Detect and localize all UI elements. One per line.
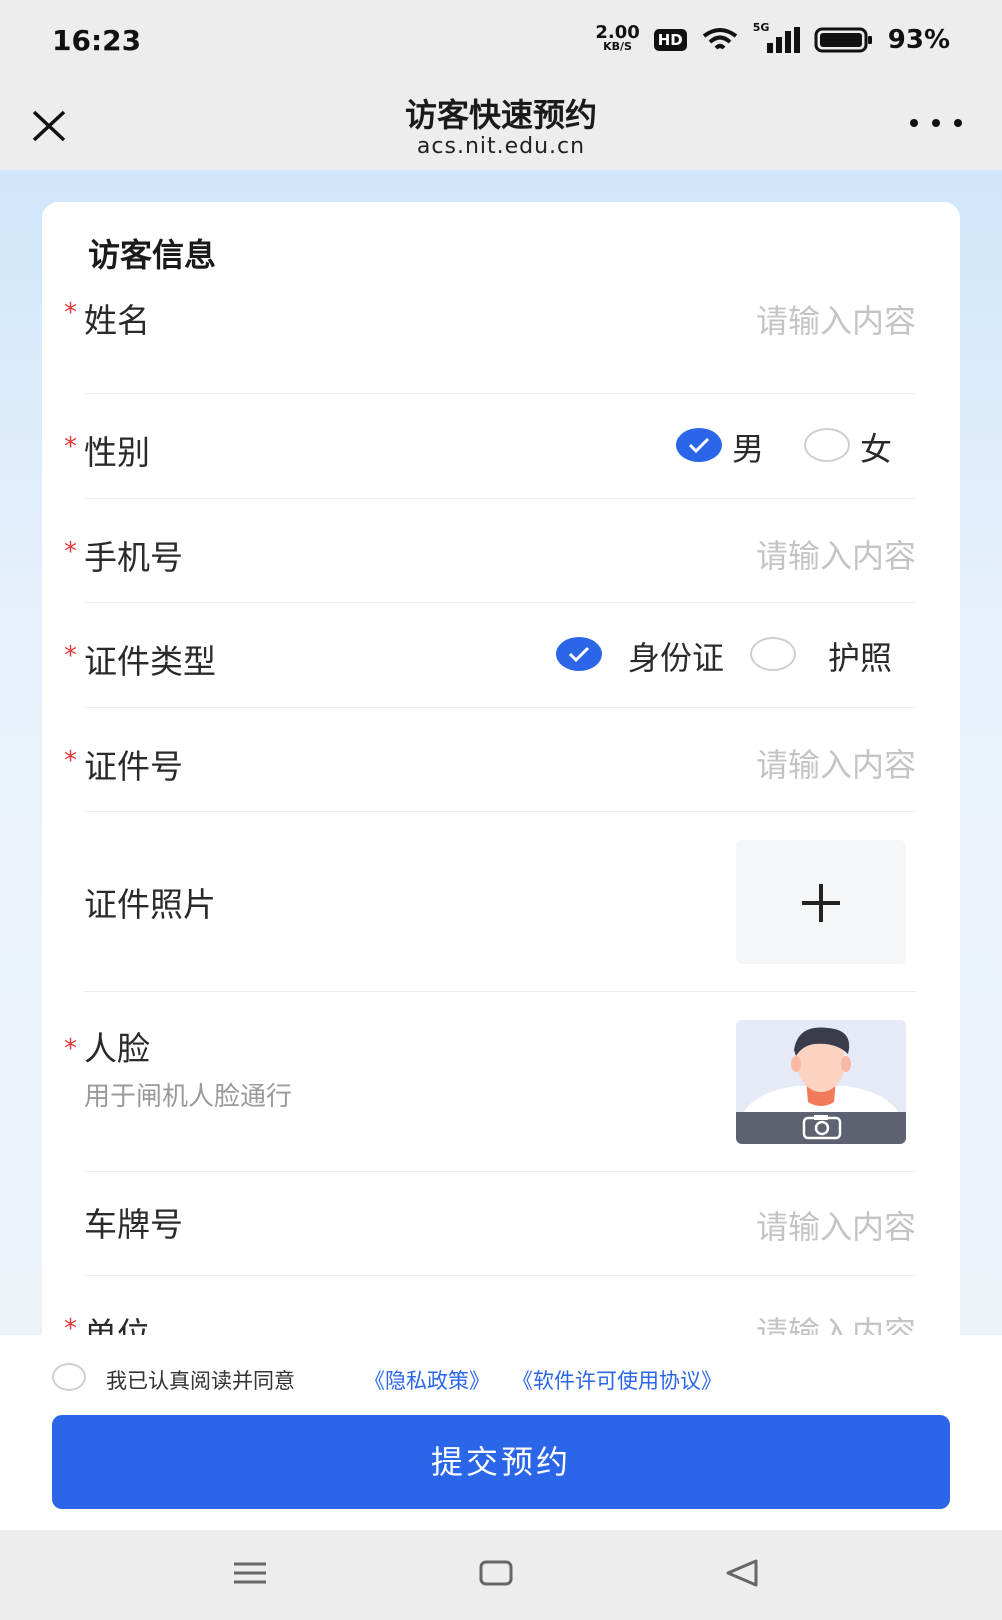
gender-label: 性别 (84, 433, 150, 472)
page-url: acs.nit.edu.cn (416, 134, 586, 159)
id-number-input[interactable]: 请输入内容 (756, 740, 916, 786)
id-number-label: 证件号 (84, 747, 183, 786)
network-type: 5G (752, 21, 770, 34)
id-type-idcard-radio[interactable] (556, 637, 602, 671)
gender-male-radio[interactable] (676, 428, 722, 462)
plate-row[interactable]: 车牌号 请输入内容 (84, 1172, 916, 1276)
back-icon[interactable] (724, 1558, 760, 1588)
status-bar: 16:23 2.00 KB/S HD 5G 93% (0, 0, 1002, 80)
gender-male-label[interactable]: 男 (732, 424, 764, 470)
required-mark: * (64, 432, 77, 462)
required-mark: * (64, 746, 77, 776)
face-hint: 用于闸机人脸通行 (84, 1082, 293, 1112)
gender-row: * 性别 男 女 (64, 394, 916, 499)
software-license-link[interactable]: 《软件许可使用协议》 (512, 1365, 722, 1395)
id-photo-row: 证件照片 (84, 812, 916, 992)
unit-input[interactable]: 请输入内容 (756, 1308, 916, 1335)
status-time: 16:23 (52, 23, 142, 57)
required-mark: * (64, 1034, 77, 1064)
required-mark: * (64, 1314, 77, 1335)
status-icons: 2.00 KB/S HD 5G 93% (595, 21, 950, 55)
content-area: 访客信息 * 姓名 请输入内容 * 性别 男 女 * 手机号 请输入内容 * 证… (0, 170, 1002, 1335)
required-mark: * (64, 641, 77, 671)
plate-label: 车牌号 (84, 1205, 183, 1244)
gender-female-label[interactable]: 女 (860, 424, 892, 470)
unit-label: 单位 (84, 1315, 150, 1335)
face-capture[interactable] (736, 1020, 906, 1144)
submit-button[interactable]: 提交预约 (52, 1415, 950, 1509)
unit-row[interactable]: * 单位 请输入内容 (64, 1276, 916, 1335)
id-type-passport-label[interactable]: 护照 (828, 633, 892, 679)
required-mark: * (64, 298, 77, 328)
agree-checkbox[interactable] (52, 1363, 86, 1391)
battery-icon (814, 27, 872, 53)
plus-icon (802, 884, 840, 922)
gender-female-radio[interactable] (804, 428, 850, 462)
face-row: * 人脸 用于闸机人脸通行 (64, 992, 916, 1172)
nav-bar: 访客快速预约 acs.nit.edu.cn (0, 80, 1002, 170)
speed-value: 2.00 (595, 22, 640, 43)
cellular-signal-icon: 5G (753, 21, 800, 53)
privacy-policy-link[interactable]: 《隐私政策》 (364, 1365, 490, 1395)
id-type-passport-radio[interactable] (750, 637, 796, 671)
id-type-row: * 证件类型 身份证 护照 (64, 603, 916, 708)
face-avatar-icon (736, 1020, 906, 1144)
visitor-info-card: 访客信息 * 姓名 请输入内容 * 性别 男 女 * 手机号 请输入内容 * 证… (42, 202, 960, 1335)
check-icon (688, 437, 710, 453)
face-label: 人脸 (84, 1029, 150, 1068)
wifi-icon (702, 28, 737, 50)
phone-input[interactable]: 请输入内容 (756, 531, 916, 577)
footer-bar: 我已认真阅读并同意 《隐私政策》 《软件许可使用协议》 提交预约 (0, 1335, 1002, 1530)
check-icon (568, 646, 590, 662)
battery-percent: 93% (887, 25, 950, 55)
system-nav-bar (0, 1530, 1002, 1620)
agree-text: 我已认真阅读并同意 (106, 1369, 295, 1393)
name-label: 姓名 (84, 301, 150, 340)
phone-row[interactable]: * 手机号 请输入内容 (64, 499, 916, 603)
id-photo-label: 证件照片 (84, 885, 216, 924)
id-number-row[interactable]: * 证件号 请输入内容 (64, 708, 916, 812)
home-icon[interactable] (478, 1558, 514, 1588)
id-type-idcard-label[interactable]: 身份证 (628, 633, 724, 679)
id-photo-upload[interactable] (736, 840, 906, 964)
page-title: 访客快速预约 (404, 96, 597, 134)
menu-icon[interactable] (232, 1558, 268, 1588)
name-row[interactable]: * 姓名 请输入内容 (64, 290, 916, 394)
required-mark: * (64, 537, 77, 567)
hd-icon: HD (653, 29, 687, 51)
section-title: 访客信息 (88, 236, 217, 274)
more-icon[interactable] (910, 108, 962, 138)
plate-input[interactable]: 请输入内容 (756, 1202, 916, 1248)
network-speed: 2.00 KB/S (595, 22, 640, 54)
id-type-label: 证件类型 (84, 642, 216, 681)
name-input[interactable]: 请输入内容 (756, 296, 916, 342)
phone-label: 手机号 (84, 538, 183, 577)
